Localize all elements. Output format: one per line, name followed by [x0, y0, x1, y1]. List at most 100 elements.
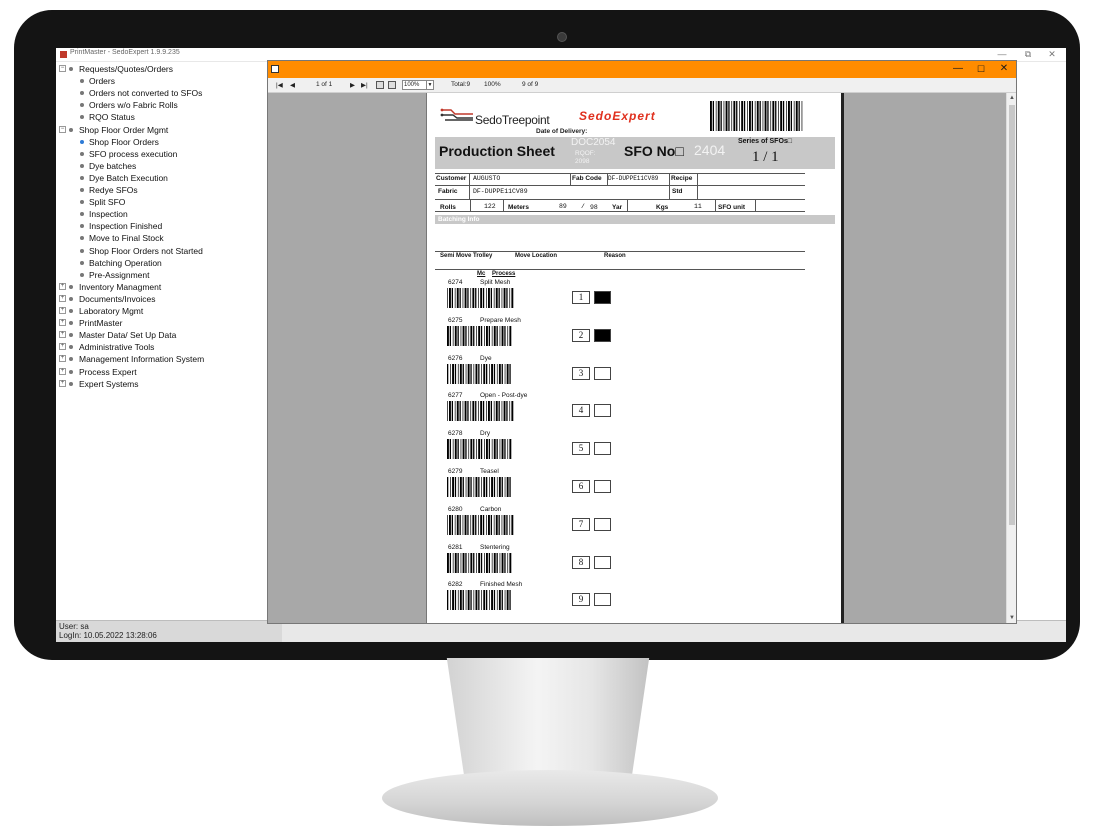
barcode-bar: [450, 590, 451, 611]
tree-item[interactable]: + Management Information System: [56, 353, 268, 365]
tree-item-label: Inspection: [89, 209, 128, 220]
restore-button[interactable]: ⧉: [1018, 48, 1038, 60]
barcode-bar: [447, 552, 449, 573]
tree-bullet-icon: [80, 139, 84, 144]
tree-item[interactable]: + Documents/Invoices: [56, 293, 268, 305]
barcode-bar: [484, 439, 485, 460]
step-checkbox[interactable]: [594, 480, 611, 493]
tree-bullet-icon: [69, 321, 73, 326]
tree-item[interactable]: Batching Operation: [56, 257, 268, 269]
barcode-bar: [462, 477, 464, 497]
tree-item[interactable]: − Requests/Quotes/Orders: [56, 63, 268, 75]
grid-line: [435, 251, 805, 252]
scroll-up-icon[interactable]: ▲: [1007, 93, 1017, 103]
collapse-icon[interactable]: −: [59, 125, 66, 133]
tree-item[interactable]: SFO process execution: [56, 148, 268, 160]
barcode-bar: [509, 363, 511, 384]
report-maximize-button[interactable]: ☐: [971, 63, 991, 75]
step-checkbox[interactable]: [594, 404, 611, 418]
scroll-down-icon[interactable]: ▼: [1007, 613, 1017, 623]
report-canvas[interactable]: SedoTreepoint SedoExpert Date of Deliver…: [268, 93, 1006, 623]
process-barcode: [447, 288, 514, 308]
tree-item[interactable]: Pre-Assignment: [56, 269, 268, 281]
tree-item[interactable]: Orders not converted to SFOs: [56, 87, 268, 99]
barcode-bar: [720, 101, 722, 131]
barcode-bar: [501, 288, 503, 308]
last-page-button[interactable]: ▶|: [361, 81, 368, 89]
expand-icon[interactable]: +: [59, 319, 66, 327]
barcode-bar: [501, 439, 504, 460]
tree-item[interactable]: Shop Floor Orders: [56, 136, 268, 148]
step-checkbox[interactable]: [594, 442, 611, 456]
next-page-button[interactable]: ▶: [350, 81, 355, 89]
barcode-bar: [462, 439, 465, 460]
grid-line: [435, 185, 805, 186]
expand-icon[interactable]: +: [59, 331, 66, 339]
scroll-thumb[interactable]: [1009, 105, 1015, 525]
barcode-bar: [480, 288, 483, 308]
monitor-bezel: PrintMaster - SedoExpert 1.9.9.235 — ⧉ ✕…: [14, 10, 1080, 660]
process-name: Stentering: [480, 543, 510, 551]
barcode-bar: [788, 101, 790, 131]
tree-item[interactable]: Redye SFOs: [56, 184, 268, 196]
step-checkbox[interactable]: [594, 366, 611, 380]
minimize-button[interactable]: —: [992, 48, 1012, 60]
barcode-bar: [447, 325, 449, 346]
tree-item[interactable]: + PrintMaster: [56, 317, 268, 329]
step-checkbox[interactable]: [594, 593, 611, 607]
tree-item[interactable]: Inspection: [56, 208, 268, 220]
report-scrollbar[interactable]: ▲ ▼: [1006, 93, 1016, 623]
expand-icon[interactable]: +: [59, 307, 66, 314]
prev-page-button[interactable]: ◀: [290, 81, 295, 89]
tree-bullet-icon: [80, 175, 84, 180]
tree-item[interactable]: Dye Batch Execution: [56, 172, 268, 184]
expand-icon[interactable]: +: [59, 355, 66, 363]
barcode-bar: [506, 590, 509, 611]
barcode-bar: [464, 288, 467, 308]
expand-icon[interactable]: +: [59, 379, 66, 387]
tree-item-label: Orders w/o Fabric Rolls: [89, 100, 178, 111]
tree-item[interactable]: Shop Floor Orders not Started: [56, 245, 268, 257]
expand-icon[interactable]: +: [59, 282, 66, 290]
barcode-bar: [454, 363, 457, 384]
tree-item[interactable]: + Process Expert: [56, 366, 268, 378]
barcode-bar: [496, 552, 498, 573]
barcode-bar: [465, 325, 467, 346]
expand-icon[interactable]: +: [59, 343, 66, 351]
step-checkbox[interactable]: [594, 291, 611, 304]
tree-item[interactable]: Orders: [56, 75, 268, 87]
tree-item[interactable]: Split SFO: [56, 196, 268, 208]
report-minimize-button[interactable]: —: [948, 63, 968, 75]
export-icon[interactable]: [388, 81, 396, 89]
barcode-bar: [506, 514, 508, 535]
tree-item[interactable]: + Laboratory Mgmt: [56, 305, 268, 317]
tree-item[interactable]: + Expert Systems: [56, 378, 268, 390]
tree-item[interactable]: Orders w/o Fabric Rolls: [56, 99, 268, 111]
first-page-button[interactable]: |◀: [276, 81, 283, 89]
tree-item[interactable]: + Master Data/ Set Up Data: [56, 329, 268, 341]
tree-item[interactable]: Dye batches: [56, 160, 268, 172]
print-icon[interactable]: [376, 81, 384, 89]
step-checkbox[interactable]: [594, 555, 611, 569]
barcode-bar: [775, 101, 777, 131]
expand-icon[interactable]: +: [59, 367, 66, 375]
barcode-bar: [498, 401, 500, 422]
collapse-icon[interactable]: −: [59, 65, 66, 72]
doc-number: DOC2054: [571, 137, 616, 148]
tree-item[interactable]: Inspection Finished: [56, 220, 268, 232]
tree-item[interactable]: + Administrative Tools: [56, 341, 268, 353]
barcode-bar: [480, 514, 483, 535]
step-checkbox[interactable]: [594, 328, 611, 342]
grid-line: [469, 173, 470, 199]
expand-icon[interactable]: +: [59, 294, 66, 302]
barcode-bar: [470, 363, 472, 384]
tree-item[interactable]: − Shop Floor Order Mgmt: [56, 124, 268, 136]
tree-item[interactable]: RQO Status: [56, 111, 268, 123]
tree-item[interactable]: + Inventory Managment: [56, 281, 268, 293]
report-close-button[interactable]: ✕: [994, 63, 1014, 75]
close-button[interactable]: ✕: [1042, 48, 1062, 60]
barcode-bar: [482, 514, 485, 535]
zoom-select[interactable]: 100% ▼: [402, 80, 434, 90]
step-checkbox[interactable]: [594, 517, 611, 531]
tree-item[interactable]: Move to Final Stock: [56, 232, 268, 244]
